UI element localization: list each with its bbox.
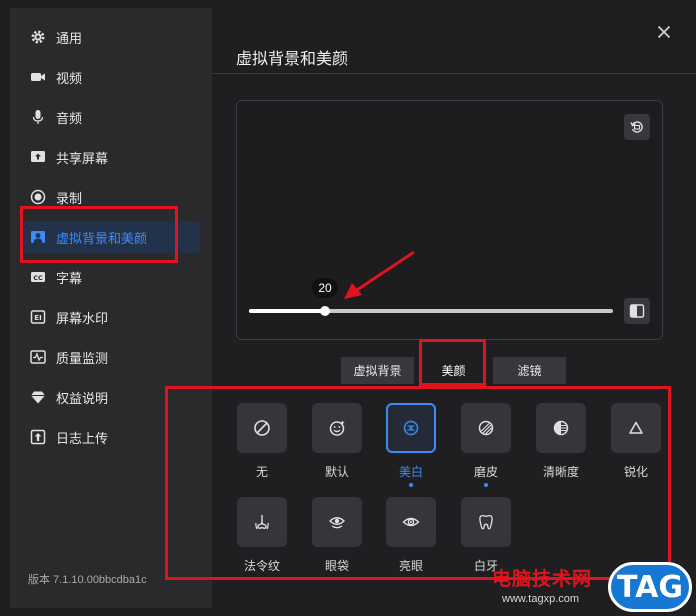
sidebar-item-label: 质量监测 <box>56 350 109 366</box>
nose-icon <box>237 497 287 547</box>
version-text: 版本 7.1.10.00bbcdba1c <box>28 574 147 586</box>
watermark-url: www.tagxp.com <box>502 593 580 605</box>
effect-label: 无 <box>255 465 268 479</box>
share-screen-icon <box>30 149 46 165</box>
sidebar-item-video[interactable]: 视频 <box>20 61 200 93</box>
reset-icon <box>630 121 643 133</box>
sidebar-item-audio[interactable]: 音频 <box>20 101 200 133</box>
sidebar-item-label: 录制 <box>56 190 83 206</box>
video-icon <box>30 69 46 85</box>
sidebar-item-label: 共享屏幕 <box>56 150 109 166</box>
tab-beauty[interactable]: 美颜 <box>417 357 490 384</box>
watermark-badge: TAG <box>608 562 692 612</box>
smile-icon <box>312 403 362 453</box>
effect-bright-eyes[interactable]: 亮眼 <box>383 497 439 577</box>
watermark-text: 电脑技术网 <box>492 569 593 590</box>
effect-whitening[interactable]: 美白 <box>383 403 439 487</box>
record-icon <box>30 189 46 205</box>
camera-preview: 20 <box>236 100 663 340</box>
title-divider <box>212 73 696 74</box>
close-button[interactable] <box>654 22 674 42</box>
none-icon <box>237 403 287 453</box>
watermark-icon: EI <box>30 309 46 325</box>
svg-text:CC: CC <box>33 274 43 282</box>
effect-nasolabial[interactable]: 法令纹 <box>234 497 290 577</box>
eye-icon <box>386 497 436 547</box>
effect-none[interactable]: 无 <box>234 403 290 483</box>
slider-fill <box>249 309 325 313</box>
tab-virtual-background[interactable]: 虚拟背景 <box>341 357 414 384</box>
effect-label: 锐化 <box>623 465 648 479</box>
caption-icon: CC <box>30 269 46 285</box>
diamond-icon <box>30 389 46 405</box>
effect-clarity[interactable]: 清晰度 <box>533 403 589 483</box>
sidebar-item-label: 权益说明 <box>56 390 109 406</box>
beauty-tabs: 虚拟背景 美颜 滤镜 <box>341 357 566 384</box>
reset-button[interactable] <box>624 114 650 140</box>
effect-eye-bag[interactable]: 眼袋 <box>309 497 365 577</box>
effect-label: 美白 <box>398 465 423 479</box>
tab-filter[interactable]: 滤镜 <box>493 357 566 384</box>
slider-thumb[interactable] <box>320 306 330 316</box>
microphone-icon <box>30 109 46 125</box>
page-title: 虚拟背景和美颜 <box>236 51 349 68</box>
effect-label: 磨皮 <box>473 465 498 479</box>
upload-log-icon <box>30 429 46 445</box>
sidebar-item-benefits[interactable]: 权益说明 <box>20 381 200 413</box>
compare-icon <box>629 304 645 318</box>
effect-label: 眼袋 <box>324 559 349 573</box>
effect-label: 默认 <box>324 465 349 479</box>
virtual-background-icon <box>30 229 46 245</box>
beauty-intensity-slider[interactable]: 20 <box>249 278 613 316</box>
effect-smoothing[interactable]: 磨皮 <box>458 403 514 487</box>
gear-icon <box>30 29 46 45</box>
settings-window: 通用 视频 音频 共享屏幕 录制 虚拟背景和美颜 CC 字幕 EI 屏幕水印 质… <box>0 0 696 616</box>
svg-text:EI: EI <box>34 314 41 322</box>
effect-label: 清晰度 <box>542 465 579 479</box>
sidebar-item-label: 日志上传 <box>56 430 109 446</box>
eye-bag-icon <box>312 497 362 547</box>
sidebar-item-caption[interactable]: CC 字幕 <box>20 261 200 293</box>
sidebar-item-label: 音频 <box>56 110 83 126</box>
sharpen-icon <box>611 403 661 453</box>
effect-label: 法令纹 <box>243 559 280 573</box>
effect-sharpen[interactable]: 锐化 <box>608 403 664 483</box>
sidebar: 通用 视频 音频 共享屏幕 录制 虚拟背景和美颜 CC 字幕 EI 屏幕水印 质… <box>10 8 212 608</box>
tooth-icon <box>461 497 511 547</box>
close-icon <box>657 25 671 39</box>
sidebar-item-label: 视频 <box>56 70 83 86</box>
effect-label: 亮眼 <box>398 559 423 573</box>
sidebar-item-virtual-background[interactable]: 虚拟背景和美颜 <box>20 221 200 253</box>
site-watermark: 电脑技术网 www.tagxp.com TAG <box>490 560 696 616</box>
sidebar-item-label: 通用 <box>56 30 83 46</box>
sidebar-item-label: 虚拟背景和美颜 <box>56 230 148 246</box>
modified-indicator <box>484 483 488 487</box>
sidebar-item-label: 屏幕水印 <box>56 310 109 326</box>
effect-default[interactable]: 默认 <box>309 403 365 483</box>
sidebar-item-quality-monitor[interactable]: 质量监测 <box>20 341 200 373</box>
sidebar-item-general[interactable]: 通用 <box>20 21 200 53</box>
smoothing-icon <box>461 403 511 453</box>
modified-indicator <box>409 483 413 487</box>
sidebar-item-share-screen[interactable]: 共享屏幕 <box>20 141 200 173</box>
quality-monitor-icon <box>30 349 46 365</box>
whitening-icon <box>386 403 436 453</box>
compare-button[interactable] <box>624 298 650 324</box>
slider-value-bubble: 20 <box>312 278 338 298</box>
sidebar-item-record[interactable]: 录制 <box>20 181 200 213</box>
sidebar-item-label: 字幕 <box>56 270 83 286</box>
clarity-icon <box>536 403 586 453</box>
sidebar-item-log-upload[interactable]: 日志上传 <box>20 421 200 453</box>
sidebar-item-screen-watermark[interactable]: EI 屏幕水印 <box>20 301 200 333</box>
